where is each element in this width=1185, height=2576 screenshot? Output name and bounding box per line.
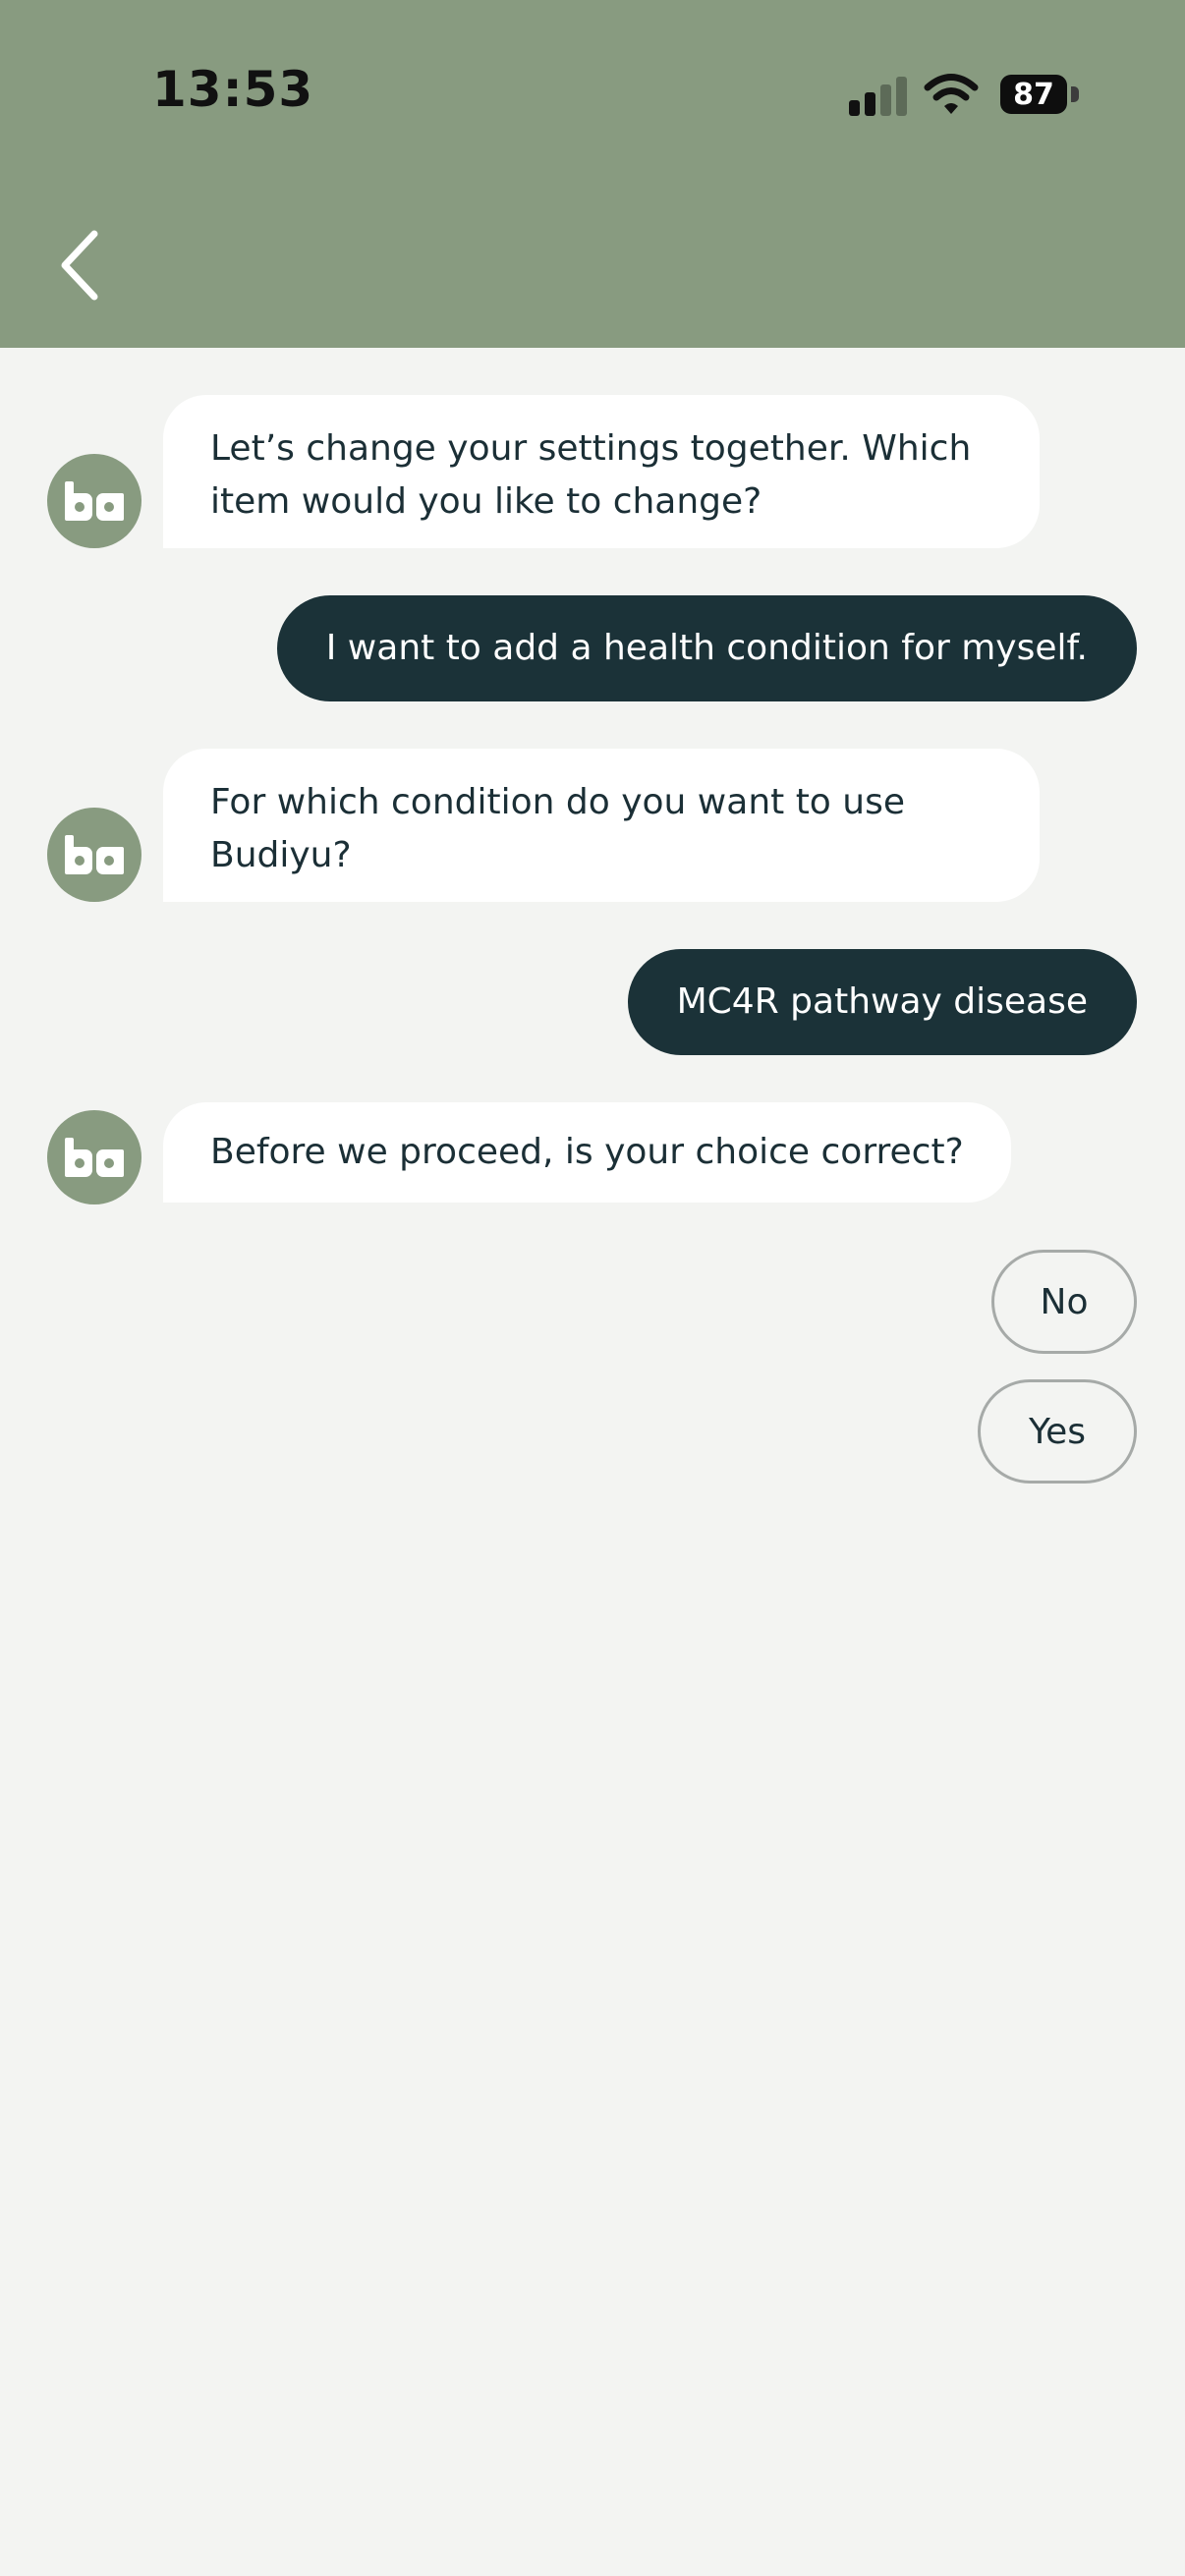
message-text: Let’s change your settings together. Whi… bbox=[210, 428, 972, 522]
quick-reply-yes-button[interactable]: Yes bbox=[978, 1379, 1137, 1484]
bot-avatar bbox=[47, 454, 141, 548]
budiyu-logo-icon bbox=[65, 835, 124, 874]
message-text: Before we proceed, is your choice correc… bbox=[210, 1132, 964, 1172]
user-message: I want to add a health condition for mys… bbox=[276, 595, 1137, 701]
bot-message: For which condition do you want to use B… bbox=[163, 749, 1040, 902]
chevron-left-icon[interactable] bbox=[51, 228, 110, 303]
bot-message: Let’s change your settings together. Whi… bbox=[163, 395, 1040, 548]
battery-icon: 87 bbox=[1000, 75, 1067, 114]
message-text: For which condition do you want to use B… bbox=[210, 782, 905, 875]
battery-level: 87 bbox=[1013, 77, 1054, 112]
user-message: MC4R pathway disease bbox=[627, 949, 1137, 1055]
wifi-icon bbox=[924, 74, 979, 114]
quick-reply-no-button[interactable]: No bbox=[991, 1250, 1137, 1354]
cellular-signal-icon bbox=[849, 77, 907, 116]
bot-avatar bbox=[47, 1110, 141, 1204]
bot-avatar bbox=[47, 808, 141, 902]
status-time: 13:53 bbox=[152, 61, 314, 118]
message-text: MC4R pathway disease bbox=[676, 981, 1088, 1022]
header-bar: 13:53 87 bbox=[0, 0, 1185, 348]
battery-cap bbox=[1071, 86, 1079, 102]
budiyu-logo-icon bbox=[65, 1138, 124, 1177]
message-text: I want to add a health condition for mys… bbox=[325, 628, 1088, 668]
bot-message: Before we proceed, is your choice correc… bbox=[163, 1102, 1011, 1203]
budiyu-logo-icon bbox=[65, 481, 124, 521]
